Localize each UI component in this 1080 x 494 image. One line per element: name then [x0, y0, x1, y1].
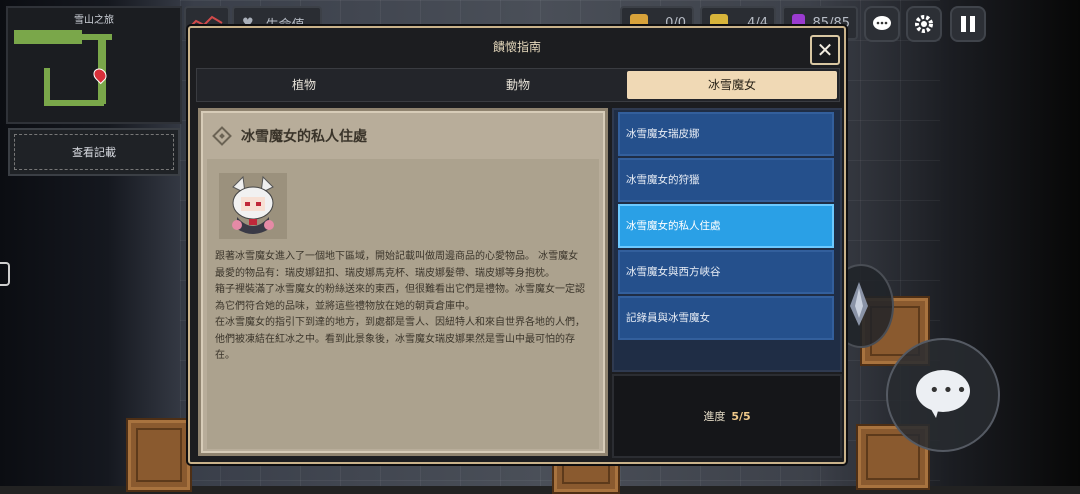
entry-text: 跟著冰雪魔女進入了一個地下區域，開始記載叫做周邊商品的心愛物品。 冰雪魔女最愛的…	[215, 249, 587, 365]
gear-icon	[915, 15, 933, 33]
minimap-title: 雪山之旅	[74, 15, 114, 26]
close-icon: ✕	[816, 38, 834, 62]
list-item[interactable]: 冰雪魔女瑞皮娜	[618, 112, 834, 156]
location-pin-icon	[90, 65, 110, 85]
progress-panel: 進度 5/5	[612, 374, 842, 458]
minimap-path	[14, 30, 82, 44]
list-item[interactable]: 冰雪魔女與西方峽谷	[618, 250, 834, 294]
diamond-icon	[212, 126, 232, 146]
tab-plants[interactable]: 植物	[199, 71, 409, 99]
entry-panel: 冰雪魔女的私人住處 跟著冰雪魔女進入了一個地下區域，開始記載叫做周邊商品的心愛物…	[198, 108, 608, 456]
progress-value: 5/5	[731, 410, 751, 423]
tab-animals[interactable]: 動物	[413, 71, 623, 99]
entry-paragraph: 在冰雪魔女的指引下到達的地方，到處都是雪人、因紐特人和來自世界各地的人們，他們被…	[215, 317, 585, 361]
progress-row: 進度 5/5	[614, 408, 840, 424]
ice-witch-sprite	[232, 175, 274, 234]
category-tabs: 植物 動物 冰雪魔女	[196, 68, 840, 102]
minimap-path	[44, 100, 104, 106]
minimap[interactable]: 雪山之旅	[6, 6, 182, 124]
entry-body: 跟著冰雪魔女進入了一個地下區域，開始記載叫做周邊商品的心愛物品。 冰雪魔女最愛的…	[207, 159, 599, 449]
close-button[interactable]: ✕	[810, 35, 840, 65]
view-records-label: 查看記載	[14, 134, 174, 170]
chat-menu-button[interactable]	[864, 6, 900, 42]
view-records-button[interactable]: 查看記載	[8, 128, 180, 176]
crate	[126, 418, 192, 492]
list-item-selected[interactable]: 冰雪魔女的私人住處	[618, 204, 834, 248]
ice-witch-portrait	[219, 173, 287, 239]
entry-paragraph: 箱子裡裝滿了冰雪魔女的粉絲送來的東西，但很難看出它們是禮物。冰雪魔女一定認為它們…	[215, 284, 585, 312]
pause-button[interactable]	[950, 6, 986, 42]
tab-ice-witch[interactable]: 冰雪魔女	[627, 71, 837, 99]
guide-dialog: 饋懷指南 ✕ 植物 動物 冰雪魔女 冰雪魔女的私人住處 跟著冰雪魔女進入了一個地…	[188, 26, 846, 464]
entry-header: 冰雪魔女的私人住處	[209, 125, 367, 147]
list-item[interactable]: 記錄員與冰雪魔女	[618, 296, 834, 340]
chat-icon	[873, 16, 891, 30]
list-item[interactable]: 冰雪魔女的狩獵	[618, 158, 834, 202]
settings-button[interactable]	[906, 6, 942, 42]
quick-chat-button[interactable]: •••	[886, 338, 1000, 452]
side-drawer-handle[interactable]	[0, 262, 10, 286]
entry-paragraph: 跟著冰雪魔女進入了一個地下區域，開始記載叫做周邊商品的心愛物品。 冰雪魔女最愛的…	[215, 251, 579, 279]
dialog-title: 饋懷指南	[492, 40, 541, 54]
minimap-path	[82, 34, 112, 40]
chapter-list: 冰雪魔女瑞皮娜 冰雪魔女的狩獵 冰雪魔女的私人住處 冰雪魔女與西方峽谷 記錄員與…	[612, 108, 842, 372]
progress-label: 進度	[703, 410, 726, 423]
entry-title: 冰雪魔女的私人住處	[241, 129, 367, 145]
minimap-path	[44, 68, 50, 104]
pause-icon	[961, 16, 975, 32]
speech-bubble-icon: •••	[916, 370, 970, 418]
